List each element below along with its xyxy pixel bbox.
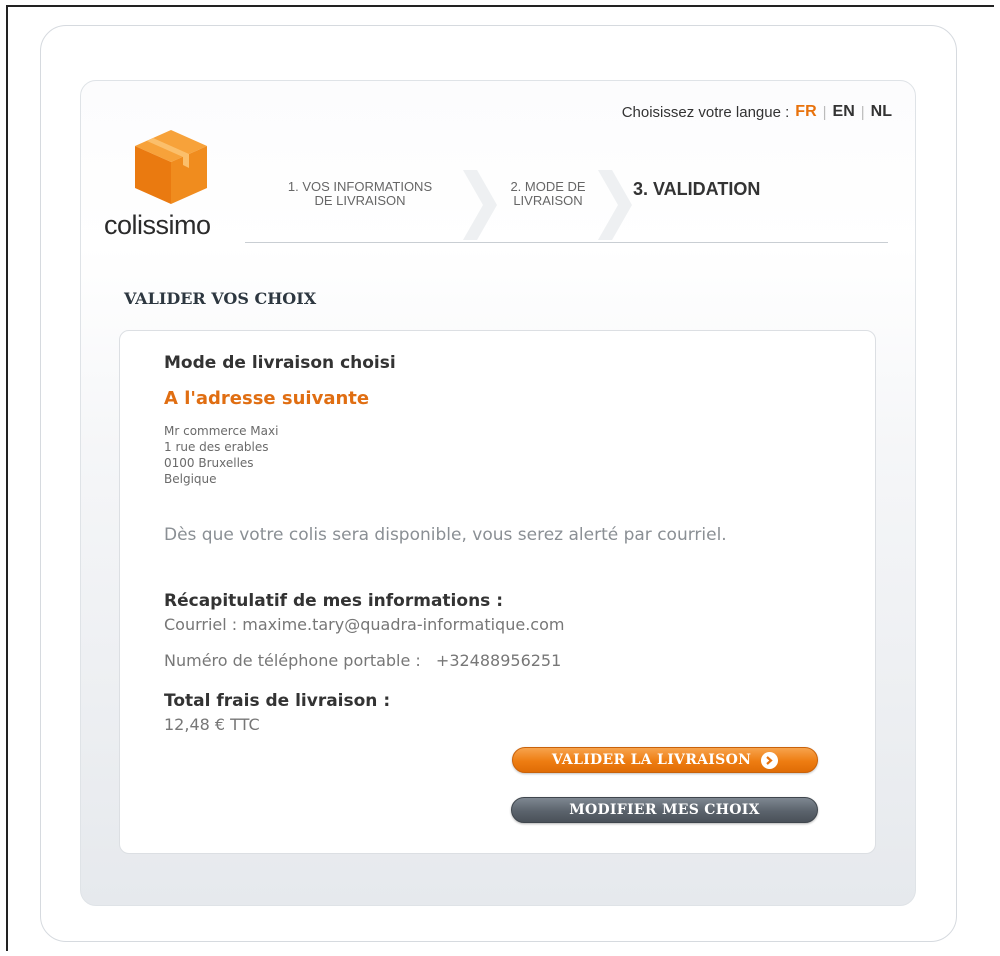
arrow-right-icon — [761, 751, 779, 769]
phone-line: Numéro de téléphone portable : +32488956… — [164, 651, 561, 670]
total-heading: Total frais de livraison : — [164, 691, 391, 711]
step-2-line2: LIVRAISON — [513, 193, 583, 208]
lang-fr-link[interactable]: FR — [795, 103, 816, 121]
delivery-mode-value: A l'adresse suivante — [164, 388, 370, 409]
phone-value: +32488956251 — [435, 651, 562, 670]
checkout-steps: 1. VOS INFORMATIONS DE LIVRAISON 2. MODE… — [245, 170, 890, 240]
total-value: 12,48 € TTC — [164, 715, 260, 734]
validate-delivery-button[interactable]: VALIDER LA LIVRAISON — [512, 747, 818, 773]
box-icon — [131, 128, 211, 212]
address-line: Belgique — [164, 472, 217, 486]
email-line: Courriel : maxime.tary@quadra-informatiq… — [164, 615, 565, 634]
address-line: 0100 Bruxelles — [164, 456, 254, 470]
validate-label: VALIDER LA LIVRAISON — [551, 752, 752, 768]
modify-choices-button[interactable]: MODIFIER MES CHOIX — [511, 797, 818, 823]
step-2: 2. MODE DE LIVRAISON — [498, 180, 598, 208]
step-1-line1: 1. VOS INFORMATIONS — [287, 179, 433, 194]
section-title: VALIDER VOS CHOIX — [124, 289, 317, 308]
delivery-mode-heading: Mode de livraison choisi — [164, 353, 396, 373]
step-2-line1: 2. MODE DE — [510, 179, 586, 194]
phone-label: Numéro de téléphone portable : — [164, 651, 421, 670]
address-line: 1 rue des erables — [164, 440, 269, 454]
step-chevron-icon — [463, 170, 497, 240]
lang-separator: | — [822, 103, 827, 121]
delivery-address: Mr commerce Maxi 1 rue des erables 0100 … — [164, 423, 278, 487]
step-1: 1. VOS INFORMATIONS DE LIVRAISON — [255, 180, 465, 208]
notification-text: Dès que votre colis sera disponible, vou… — [164, 525, 727, 545]
logo-text: colissimo — [104, 210, 211, 240]
steps-divider — [245, 242, 888, 243]
step-3-current: 3. VALIDATION — [633, 179, 761, 199]
language-label: Choisissez votre langue : — [621, 103, 790, 121]
address-line: Mr commerce Maxi — [164, 424, 279, 438]
recap-heading: Récapitulatif de mes informations : — [164, 591, 504, 611]
step-1-line2: DE LIVRAISON — [314, 193, 406, 208]
language-selector: Choisissez votre langue : FR | EN | NL — [622, 103, 892, 121]
modify-label: MODIFIER MES CHOIX — [569, 802, 760, 818]
lang-en-link[interactable]: EN — [833, 103, 855, 121]
lang-separator: | — [860, 103, 865, 121]
step-chevron-icon — [598, 170, 632, 240]
lang-nl-link[interactable]: NL — [871, 103, 892, 121]
